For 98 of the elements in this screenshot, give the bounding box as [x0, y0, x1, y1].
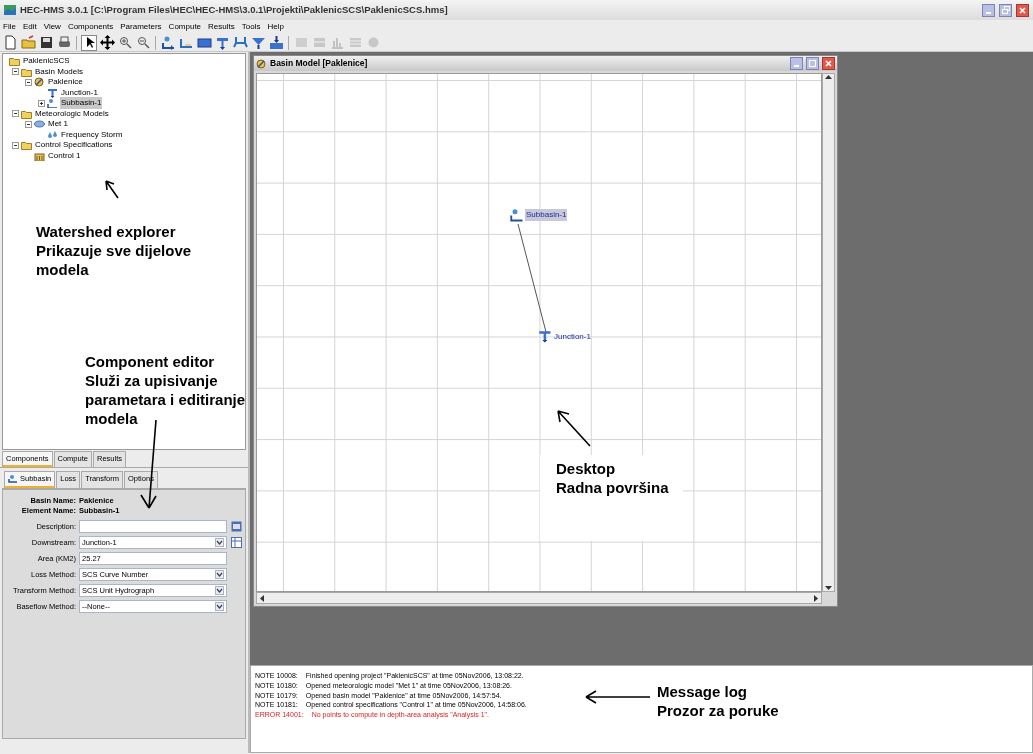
caret-icon: [216, 588, 223, 593]
field-button[interactable]: [230, 536, 243, 549]
annotation-text: Watershed explorer Prikazuje sve dijelove modela: [36, 222, 192, 279]
cloud-icon: [34, 119, 45, 130]
folder-icon: [20, 35, 36, 50]
tree-item[interactable]: Junction-1: [60, 86, 99, 99]
junction-tool-icon: [214, 35, 230, 50]
table-tool-icon: [347, 35, 363, 50]
restore-button[interactable]: [999, 3, 1012, 17]
menu-item[interactable]: Help: [267, 21, 284, 33]
menu-item[interactable]: Results: [208, 21, 235, 33]
vertical-scrollbar[interactable]: [822, 73, 835, 592]
tree-item[interactable]: Paklenice: [47, 76, 84, 89]
menu-item[interactable]: File: [3, 21, 16, 33]
annotation-arrow: [557, 410, 591, 447]
horizontal-scrollbar[interactable]: [256, 592, 822, 604]
menu-item[interactable]: Tools: [241, 21, 261, 33]
caret-icon: [216, 572, 223, 577]
subbasin-icon[interactable]: [510, 208, 524, 222]
subbasin-icon: [8, 474, 18, 484]
annotation-text: Message log Prozor za poruke: [657, 682, 779, 720]
down-arrow-icon: [825, 586, 832, 591]
zoom-out-icon: [135, 35, 151, 50]
building-icon: [34, 150, 45, 161]
table-icon: [231, 537, 242, 548]
move-icon: [99, 35, 115, 50]
droplets-icon: [47, 129, 58, 140]
close-icon: [825, 60, 832, 67]
toolbar-button[interactable]: [38, 34, 54, 51]
tree-item[interactable]: Subbasin-1: [60, 97, 103, 110]
annotation-text: Component editor Služi za upisivanje parametara i editiranje modela: [85, 352, 246, 428]
annotation-arrow: [585, 690, 651, 704]
tree-item[interactable]: PaklenicSCS: [22, 55, 71, 68]
diversion-tool-icon: [232, 35, 248, 50]
expand-icon[interactable]: [37, 99, 45, 107]
collapse-icon[interactable]: [24, 120, 32, 128]
close-icon: [1019, 6, 1026, 14]
reservoir-tool-icon: [196, 35, 212, 50]
zoom-in-icon: [117, 35, 133, 50]
folder-icon: [21, 108, 32, 119]
maximize-button[interactable]: [806, 57, 819, 70]
toolbar-button[interactable]: [99, 34, 115, 51]
chart-tool-icon: [329, 35, 345, 50]
window-title: HEC-HMS 3.0.1 [C:\Program Files\HEC\HEC-HMS\3.0.1\Projekti\PaklenicSCS\PaklenicSCS.hms]: [20, 2, 448, 17]
annotation-arrow: [105, 180, 119, 199]
document-icon: [2, 35, 18, 50]
collapse-icon[interactable]: [11, 141, 19, 149]
caret-icon: [216, 540, 223, 545]
collapse-icon[interactable]: [11, 68, 19, 76]
folder-icon: [21, 140, 32, 151]
tree-item[interactable]: Control Specifications: [34, 139, 114, 152]
element-label[interactable]: Junction-1: [553, 331, 592, 343]
toolbar-button[interactable]: [81, 34, 97, 51]
sink-tool-icon: [268, 35, 284, 50]
tree-item[interactable]: Meteorologic Models: [34, 107, 110, 120]
app-icon: [4, 5, 16, 15]
menu-item[interactable]: Edit: [22, 21, 37, 33]
basin-icon: [256, 58, 267, 69]
caret-icon: [216, 604, 223, 609]
toolbar-button[interactable]: [268, 34, 284, 51]
input-field[interactable]: [79, 520, 227, 533]
tree-item[interactable]: Control 1: [47, 149, 82, 162]
restore-icon: [1001, 6, 1010, 14]
annotation-text: Desktop Radna površina: [540, 455, 683, 541]
collapse-icon[interactable]: [24, 78, 32, 86]
element-label[interactable]: Subbasin-1: [525, 209, 568, 221]
left-arrow-icon: [259, 594, 264, 602]
source-tool-icon: [250, 35, 266, 50]
toolbar-button[interactable]: [160, 34, 176, 51]
window-title: Basin Model [Paklenice]: [270, 57, 368, 70]
folder-icon: [21, 66, 32, 77]
junction-icon: [47, 87, 58, 98]
junction-icon[interactable]: [538, 330, 552, 344]
menu-item[interactable]: Compute: [168, 21, 202, 33]
tree-item[interactable]: Frequency Storm: [60, 128, 124, 141]
menu-item[interactable]: Components: [67, 21, 114, 33]
close-button[interactable]: [1016, 3, 1029, 17]
maximize-icon: [809, 60, 816, 67]
basin-icon: [34, 77, 45, 88]
menu-item[interactable]: Parameters: [120, 21, 162, 33]
right-arrow-icon: [814, 594, 819, 602]
field-button[interactable]: [230, 520, 243, 533]
folder-icon: [9, 56, 20, 67]
grid-tool-icon: [293, 35, 309, 50]
minimize-button[interactable]: [982, 3, 995, 17]
subbasin-icon: [47, 98, 58, 109]
tree-item[interactable]: Met 1: [47, 118, 69, 131]
tree-item[interactable]: Basin Models: [34, 65, 85, 78]
up-arrow-icon: [825, 74, 832, 79]
menu-item[interactable]: View: [43, 21, 61, 33]
notes-icon: [231, 521, 242, 532]
collapse-icon[interactable]: [11, 110, 19, 118]
minimize-button[interactable]: [790, 57, 803, 70]
grid-tool-icon: [311, 35, 327, 50]
close-button[interactable]: [822, 57, 835, 70]
printer-icon: [56, 35, 72, 50]
globe-tool-icon: [365, 35, 381, 50]
subbasin-tool-icon: [160, 35, 176, 50]
